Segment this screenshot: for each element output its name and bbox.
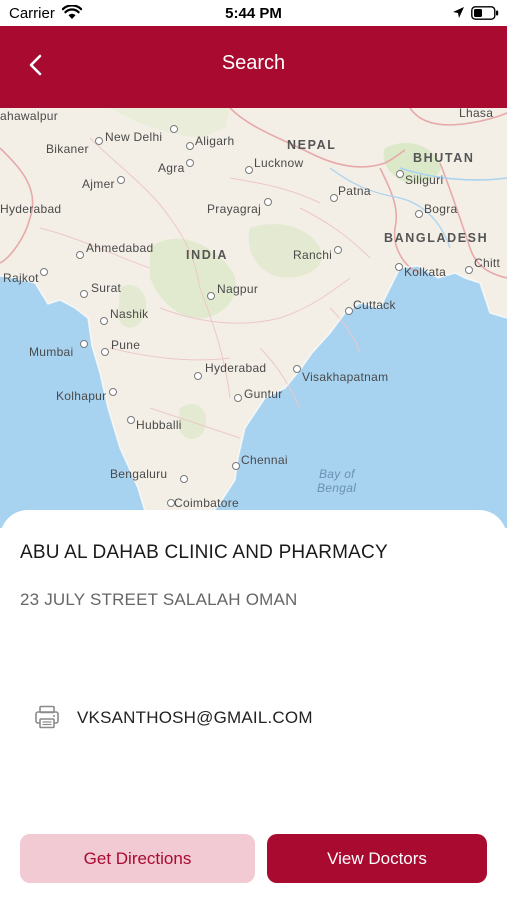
map-label-lhasa: Lhasa (459, 108, 494, 120)
map-label-surat: Surat (91, 281, 122, 295)
city-dot (127, 416, 135, 424)
map-label-bengal: Bengal (317, 481, 357, 495)
map-label-agra: Agra (158, 161, 185, 175)
city-dot (232, 462, 240, 470)
city-dot (194, 372, 202, 380)
city-dot (170, 125, 178, 133)
city-dot (330, 194, 338, 202)
city-dot (100, 317, 108, 325)
email-row[interactable]: VKSANTHOSH@GMAIL.COM (34, 703, 474, 733)
battery-icon (471, 6, 499, 25)
map-label-hubballi: Hubballi (136, 418, 182, 432)
city-dot (101, 348, 109, 356)
map-label-lucknow: Lucknow (254, 156, 304, 170)
map-label-bikaner: Bikaner (46, 142, 89, 156)
view-doctors-button[interactable]: View Doctors (267, 834, 487, 883)
map-label-ranchi: Ranchi (293, 248, 333, 262)
city-dot (80, 290, 88, 298)
clinic-name: ABU AL DAHAB CLINIC AND PHARMACY (20, 542, 388, 563)
map-label-india: INDIA (186, 248, 229, 262)
city-dot (465, 266, 473, 274)
city-dot (334, 246, 342, 254)
clinic-email: VKSANTHOSH@GMAIL.COM (77, 708, 313, 727)
city-dot (186, 142, 194, 150)
map-label-ajmer: Ajmer (82, 177, 115, 191)
map-label-chittagong: Chitt (474, 256, 501, 270)
city-dot (117, 176, 125, 184)
page-title: Search (221, 52, 286, 74)
city-dot (293, 365, 301, 373)
city-dot (80, 340, 88, 348)
status-bar: Carrier 5:44 PM (0, 0, 507, 26)
map-label-aligarh: Aligarh (195, 134, 235, 148)
map-label-nagpur: Nagpur (217, 282, 259, 296)
map-label-nepal: NEPAL (287, 138, 337, 152)
map-label-siliguri: Siliguri (405, 173, 444, 187)
city-dot (180, 475, 188, 483)
city-dot (396, 170, 404, 178)
map-label-bhutan: BHUTAN (413, 151, 475, 165)
map-label-cuttack: Cuttack (353, 298, 396, 312)
city-dot (395, 263, 403, 271)
map-label-mumbai: Mumbai (29, 345, 74, 359)
map-label-chennai: Chennai (241, 453, 288, 467)
city-dot (415, 210, 423, 218)
city-dot (186, 159, 194, 167)
map-label-bogra: Bogra (424, 202, 458, 216)
map-label-nashik: Nashik (110, 307, 149, 321)
city-dot (95, 137, 103, 145)
map-label-ahmedabad: Ahmedabad (86, 241, 154, 255)
map-label-pune: Pune (111, 338, 141, 352)
map-label-hyderabad-pk: Hyderabad (0, 202, 62, 216)
get-directions-button[interactable]: Get Directions (20, 834, 255, 883)
map-label-bengaluru: Bengaluru (110, 467, 168, 481)
map-label-visakhapatnam: Visakhapatnam (302, 370, 389, 384)
fax-icon (34, 705, 60, 734)
city-dot (109, 388, 117, 396)
clinic-detail-sheet: ABU AL DAHAB CLINIC AND PHARMACY 23 JULY… (0, 510, 507, 900)
map-label-coimbatore: Coimbatore (174, 496, 240, 510)
map-label-guntur: Guntur (244, 387, 283, 401)
map-label-rajkot: Rajkot (3, 271, 39, 285)
city-dot (76, 251, 84, 259)
city-dot (345, 307, 353, 315)
city-dot (234, 394, 242, 402)
city-dot (245, 166, 253, 174)
map-label-kolhapur: Kolhapur (56, 389, 107, 403)
map-label-new-delhi: New Delhi (105, 130, 163, 144)
clinic-address: 23 JULY STREET SALALAH OMAN (20, 590, 298, 609)
city-dot (40, 268, 48, 276)
map-label-prayagraj: Prayagraj (207, 202, 262, 216)
map-label-bangladesh: BANGLADESH (384, 231, 489, 245)
status-time: 5:44 PM (225, 5, 282, 22)
city-dot (207, 292, 215, 300)
map-label-bay-of: Bay of (319, 467, 355, 481)
map-label-patna: Patna (338, 184, 371, 198)
nav-bar: Search (0, 26, 507, 108)
location-arrow-icon (452, 6, 465, 24)
city-dot (264, 198, 272, 206)
map-label-kolkata: Kolkata (404, 265, 447, 279)
map-view[interactable]: ahawalpur Lhasa New Delhi Aligarh Bikane… (0, 108, 507, 528)
map-label-bahawalpur: ahawalpur (0, 109, 59, 123)
map-label-hyderabad: Hyderabad (205, 361, 267, 375)
